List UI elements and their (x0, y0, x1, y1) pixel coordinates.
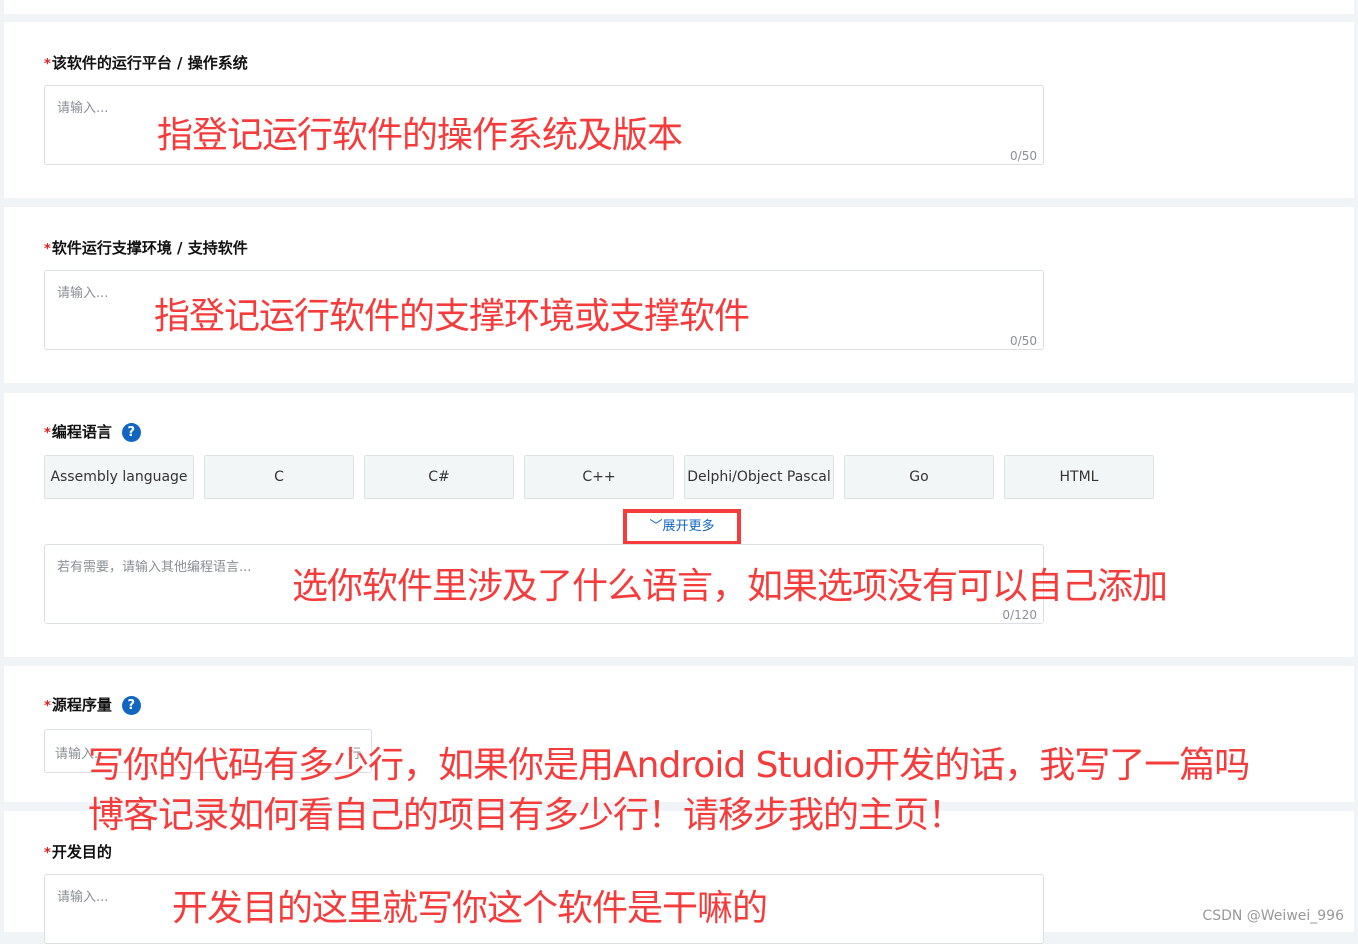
language-option[interactable]: Go (844, 455, 994, 499)
help-icon[interactable]: ? (121, 423, 141, 442)
purpose-label: *开发目的 (44, 843, 112, 861)
chevron-down-icon: ﹀ (649, 519, 663, 534)
language-label: *编程语言? (44, 421, 141, 442)
language-option[interactable]: C# (364, 455, 514, 499)
annotation: 指登记运行软件的操作系统及版本 (157, 115, 683, 156)
platform-section: *该软件的运行平台 / 操作系统 请输入... 0/50 指登记运行软件的操作系… (4, 22, 1354, 198)
env-section: *软件运行支撑环境 / 支持软件 请输入... 0/50 指登记运行软件的支撑环… (4, 207, 1354, 383)
language-section: *编程语言? Assembly language C C# C++ Delphi… (4, 393, 1354, 657)
annotation: 写你的代码有多少行，如果你是用Android Studio开发的话，我写了一篇吗 (88, 745, 1250, 786)
char-counter: 0/50 (1010, 334, 1037, 348)
language-option[interactable]: Assembly language (44, 455, 194, 499)
char-counter: 0/120 (1002, 608, 1037, 622)
language-option[interactable]: C (204, 455, 354, 499)
env-label: *软件运行支撑环境 / 支持软件 (44, 239, 248, 257)
watermark: CSDN @Weiwei_996 (1202, 908, 1344, 924)
previous-card (4, 0, 1354, 14)
language-option[interactable]: C++ (524, 455, 674, 499)
expand-more-button[interactable]: ﹀展开更多 (623, 509, 741, 545)
loc-label: *源程序量? (44, 694, 141, 715)
annotation: 博客记录如何看自己的项目有多少行！请移步我的主页！ (88, 795, 964, 836)
help-icon[interactable]: ? (121, 696, 141, 715)
annotation: 选你软件里涉及了什么语言，如果选项没有可以自己添加 (292, 566, 1168, 607)
language-option[interactable]: HTML (1004, 455, 1154, 499)
language-option[interactable]: Delphi/Object Pascal (684, 455, 834, 499)
platform-label: *该软件的运行平台 / 操作系统 (44, 54, 248, 72)
annotation: 开发目的这里就写你这个软件是干嘛的 (172, 888, 768, 929)
annotation: 指登记运行软件的支撑环境或支撑软件 (154, 296, 750, 337)
char-counter: 0/50 (1010, 149, 1037, 163)
